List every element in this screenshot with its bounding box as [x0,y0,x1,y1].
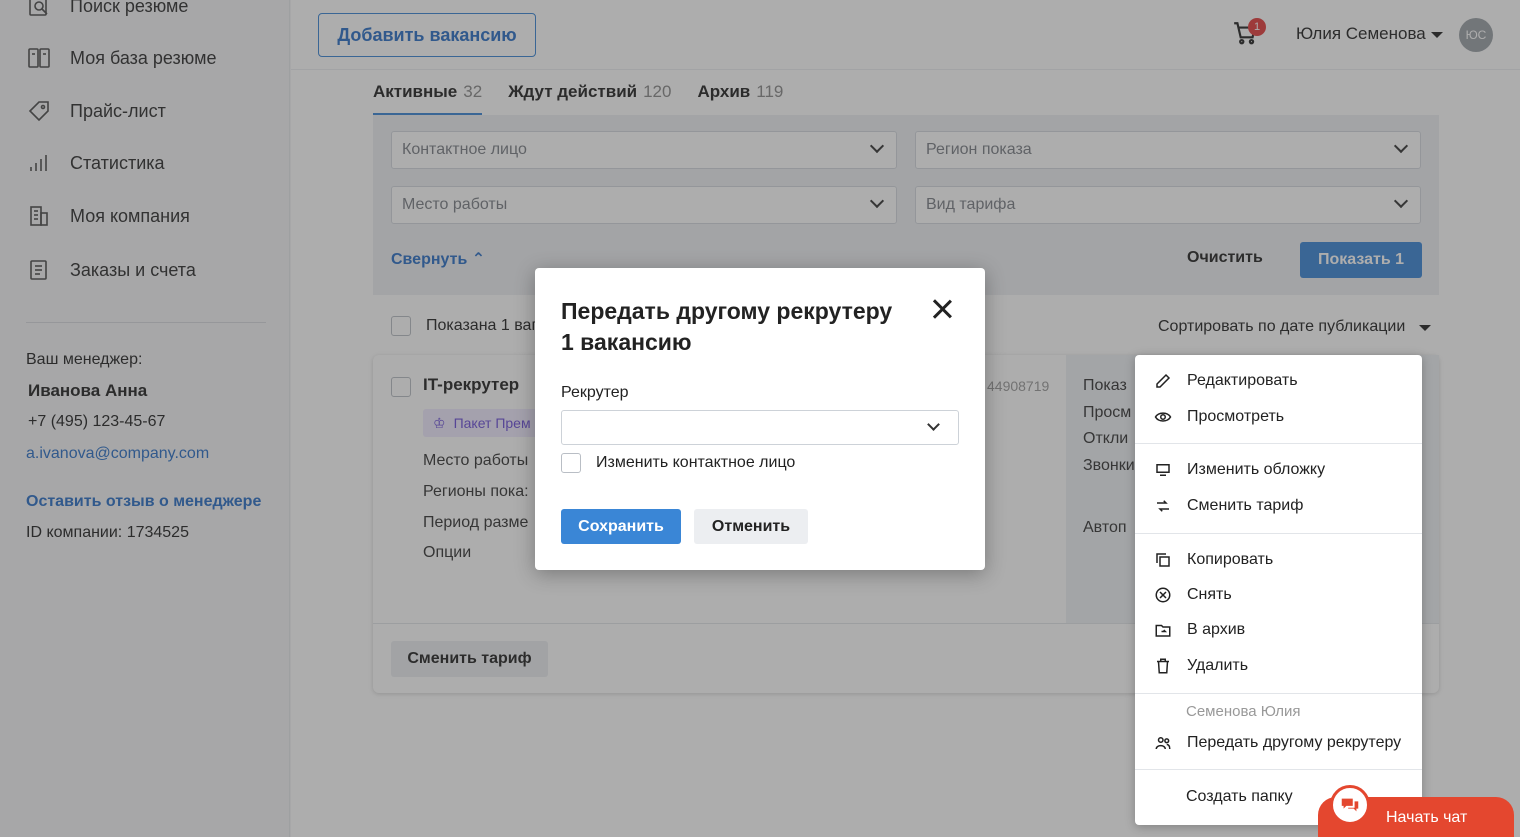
menu-item-archive[interactable]: В архив [1153,617,1245,643]
cancel-circle-icon [1153,585,1173,605]
menu-item-label: Редактировать [1187,372,1298,389]
change-contact-row: Изменить контактное лицо [561,453,795,473]
menu-item-label: Передать другому рекрутеру [1187,734,1402,751]
menu-item-label: Удалить [1187,657,1249,674]
cancel-button[interactable]: Отменить [694,509,808,544]
menu-item-label: Сменить тариф [1187,497,1304,514]
menu-item-remove[interactable]: Снять [1153,582,1232,608]
cover-icon [1153,460,1173,480]
menu-item-copy[interactable]: Копировать [1153,547,1273,573]
menu-item-edit[interactable]: Редактировать [1153,368,1298,394]
menu-item-label: Снять [1187,586,1232,603]
save-button[interactable]: Сохранить [561,509,681,544]
menu-item-transfer[interactable]: Передать другому рекрутеру [1153,730,1401,756]
change-contact-label: Изменить контактное лицо [596,454,796,471]
chevron-down-icon [927,418,940,431]
start-chat-button[interactable]: Начать чат [1318,785,1514,837]
modal-title: Передать другому рекрутеру 1 вакансию [561,298,893,355]
transfer-modal: Передать другому рекрутеру 1 вакансию Ре… [535,268,985,570]
menu-separator [1135,693,1422,694]
close-icon[interactable] [931,298,953,320]
recruiter-select[interactable] [561,410,959,445]
change-contact-checkbox[interactable] [561,453,581,473]
chat-icon [1330,785,1370,825]
chat-label: Начать чат [1386,809,1468,826]
eye-icon [1153,407,1173,427]
menu-item-label: В архив [1187,621,1246,638]
menu-separator [1135,443,1422,444]
menu-item-label: Просмотреть [1187,408,1285,425]
pencil-icon [1153,371,1173,391]
menu-item-delete[interactable]: Удалить [1153,653,1248,679]
menu-item-label: Изменить обложку [1187,461,1326,478]
copy-icon [1153,550,1173,570]
recruiter-label: Рекрутер [561,384,629,401]
trash-icon [1153,656,1173,676]
swap-icon [1153,496,1173,516]
menu-separator [1135,769,1422,770]
menu-item-change-cover[interactable]: Изменить обложку [1153,457,1325,483]
vacancy-context-menu: Редактировать Просмотреть Изменить облож… [1135,355,1422,825]
archive-icon [1153,620,1173,640]
menu-item-create-folder[interactable]: Создать папку [1186,784,1293,810]
menu-item-label: Копировать [1187,551,1274,568]
menu-item-change-tariff[interactable]: Сменить тариф [1153,493,1303,519]
menu-item-view[interactable]: Просмотреть [1153,404,1284,430]
menu-separator [1135,533,1422,534]
users-icon [1153,733,1173,753]
menu-owner-label: Семенова Юлия [1186,703,1301,720]
